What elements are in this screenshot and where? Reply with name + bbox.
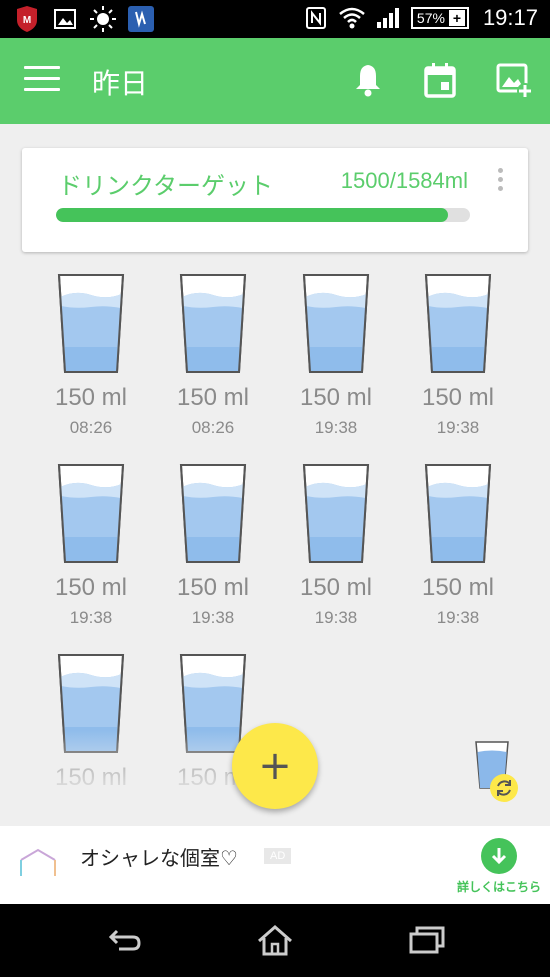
status-bar: M 57% + 19:17: [0, 0, 550, 38]
cup-size-switch-button[interactable]: [468, 738, 524, 804]
page-title: 昨日: [92, 67, 149, 100]
drink-entry[interactable]: 150 ml 08:26: [30, 272, 152, 452]
navigation-bar: [0, 904, 550, 977]
home-icon[interactable]: [250, 920, 300, 960]
drink-entry[interactable]: 150 ml 19:38: [397, 462, 519, 642]
drink-entry[interactable]: 150 ml 08:26: [152, 272, 274, 452]
app-bar: 昨日: [0, 38, 550, 124]
entry-amount: 150 ml: [54, 764, 128, 791]
ad-badge: AD: [264, 848, 292, 864]
entry-amount: 150 ml: [54, 574, 128, 601]
entry-amount: 150 ml: [299, 384, 373, 411]
drink-progress-fill: [56, 208, 449, 222]
entry-time: 19:38: [314, 418, 358, 437]
drink-entry[interactable]: 150 ml 19:38: [152, 462, 274, 642]
water-glass-icon: [424, 274, 492, 373]
add-drink-button[interactable]: +: [232, 723, 318, 809]
more-options-icon[interactable]: [490, 166, 510, 196]
nfc-icon: [303, 5, 329, 31]
drink-target-label: ドリンクターゲット: [58, 172, 274, 200]
recents-icon[interactable]: [402, 920, 452, 960]
ad-logo-icon: [18, 846, 58, 884]
drink-progress-bar: [56, 208, 470, 222]
water-glass-icon: [57, 274, 125, 373]
brightness-icon: [90, 6, 116, 32]
signal-icon: [375, 5, 401, 31]
entry-time: 19:38: [69, 608, 113, 627]
entry-time: 08:26: [69, 418, 113, 437]
svg-text:M: M: [23, 15, 31, 26]
bell-icon[interactable]: [348, 60, 388, 100]
clock: 19:17: [482, 5, 538, 30]
battery-icon: 57% +: [410, 7, 469, 29]
download-arrow-icon: [481, 838, 517, 874]
drink-entry[interactable]: 150 ml 19:38: [275, 272, 397, 452]
drink-entry[interactable]: 150 ml 19:38: [275, 462, 397, 642]
entry-amount: 150 ml: [299, 574, 373, 601]
ad-cta-label: 詳しくはこちら: [456, 880, 541, 894]
mcafee-icon: M: [14, 6, 40, 32]
drink-entry[interactable]: 150 ml 19:38: [397, 272, 519, 452]
water-glass-icon: [179, 464, 247, 563]
app-icon: [128, 6, 154, 32]
entry-amount: 150 ml: [421, 384, 495, 411]
water-glass-icon: [57, 654, 125, 753]
menu-icon[interactable]: [24, 66, 60, 96]
entry-amount: 150 ml: [54, 384, 128, 411]
entry-time: 19:38: [314, 608, 358, 627]
water-glass-icon: [179, 654, 247, 753]
entry-amount: 150 ml: [176, 574, 250, 601]
drink-entry[interactable]: 150 ml: [30, 652, 152, 832]
entry-time: 19:38: [436, 608, 480, 627]
ad-title: オシャレな個室♡: [80, 846, 238, 870]
drink-target-card: ドリンクターゲット 1500/1584ml: [22, 148, 528, 252]
water-glass-icon: [424, 464, 492, 563]
water-glass-icon: [302, 274, 370, 373]
entry-time: 08:26: [191, 418, 235, 437]
water-glass-icon: [57, 464, 125, 563]
entry-amount: 150 ml: [176, 384, 250, 411]
entry-amount: 150 ml: [421, 574, 495, 601]
drink-target-value: 1500/1584ml: [340, 168, 468, 193]
water-glass-icon: [302, 464, 370, 563]
ad-details-button[interactable]: 詳しくはこちら: [454, 838, 544, 898]
ad-banner[interactable]: オシャレな個室♡ AD 詳しくはこちら: [0, 826, 550, 904]
drink-entry[interactable]: 150 ml 19:38: [30, 462, 152, 642]
back-icon[interactable]: [100, 920, 150, 960]
water-glass-icon: [179, 274, 247, 373]
entry-time: 19:38: [191, 608, 235, 627]
calendar-icon[interactable]: [420, 60, 460, 100]
wifi-icon: [339, 5, 365, 31]
battery-percent: 57%: [416, 10, 445, 26]
entry-time: 19:38: [436, 418, 480, 437]
add-photo-icon[interactable]: [494, 60, 534, 100]
gallery-icon: [52, 6, 78, 32]
plus-icon: +: [258, 743, 292, 789]
